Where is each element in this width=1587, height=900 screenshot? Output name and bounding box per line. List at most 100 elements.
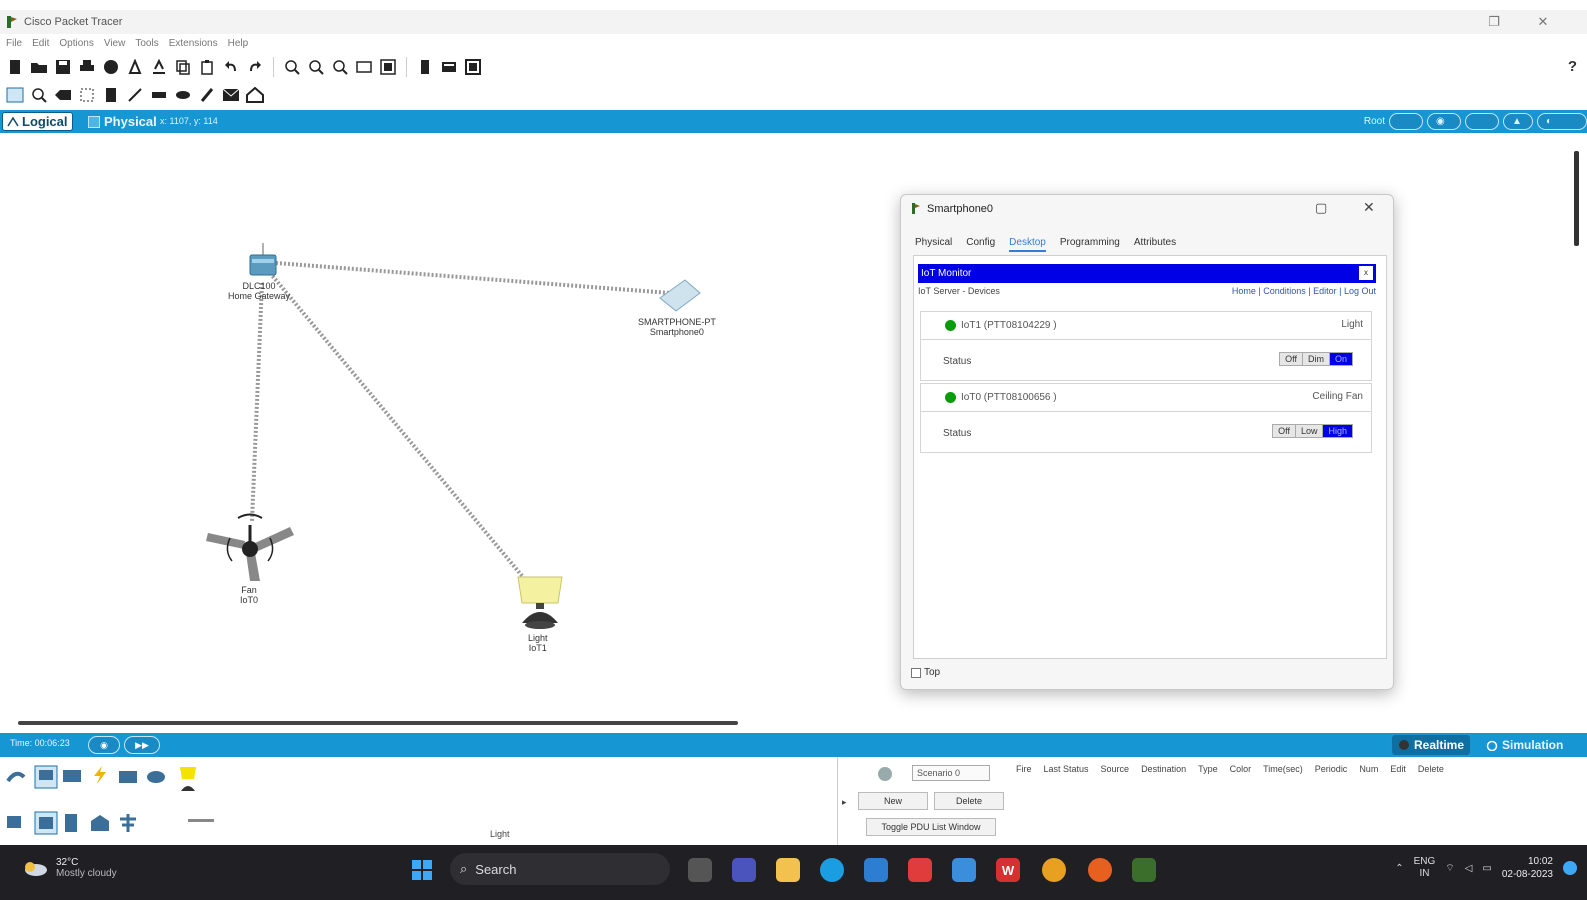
dialog-close-button[interactable]: ✕: [1363, 199, 1375, 216]
environment-button[interactable]: ◐: [1537, 113, 1587, 130]
wifi-icon[interactable]: ⌔: [1445, 862, 1454, 875]
draw-line-icon[interactable]: [126, 86, 144, 104]
menu-tools[interactable]: Tools: [135, 38, 158, 49]
vertical-scrollbar[interactable]: [1574, 151, 1579, 246]
smart-city-icon[interactable]: [62, 813, 82, 833]
pc-category-icon[interactable]: [6, 813, 26, 833]
tab-programming[interactable]: Programming: [1060, 237, 1120, 252]
home-gateway-icon[interactable]: [249, 243, 277, 276]
pdu-icon[interactable]: [440, 58, 458, 76]
windows-start-icon[interactable]: [410, 858, 434, 882]
iot-device-header[interactable]: IoT1 (PTT08104229 ) Light: [921, 312, 1371, 340]
horizontal-scrollbar[interactable]: [18, 721, 738, 725]
light-dim-option[interactable]: Dim: [1302, 353, 1330, 365]
taskbar-search[interactable]: ⌕ Search: [450, 853, 670, 885]
add-simple-pdu-icon[interactable]: [222, 86, 240, 104]
viewport-button[interactable]: ▲: [1503, 113, 1533, 130]
freeform-icon[interactable]: [198, 86, 216, 104]
iot-monitor-close-button[interactable]: x: [1359, 266, 1373, 280]
print-icon[interactable]: [78, 58, 96, 76]
miscellaneous-icon[interactable]: [118, 767, 138, 787]
light-bulb-icon[interactable]: [517, 576, 563, 629]
fast-forward-time-button[interactable]: ▶▶: [124, 736, 160, 754]
zoom-out-icon[interactable]: [331, 58, 349, 76]
toggle-pdu-list-button[interactable]: Toggle PDU List Window: [866, 818, 996, 836]
resize-shape-icon[interactable]: [78, 86, 96, 104]
home-category-icon[interactable]: [34, 811, 58, 835]
close-window-button[interactable]: ✕: [1533, 13, 1553, 31]
task-view-icon[interactable]: [688, 858, 712, 882]
menu-file[interactable]: File: [6, 38, 22, 49]
new-scenario-button[interactable]: New: [858, 792, 928, 810]
weather-widget[interactable]: 32°C Mostly cloudy: [22, 857, 117, 879]
fan-off-option[interactable]: Off: [1273, 425, 1296, 437]
tab-physical-config[interactable]: Physical: [915, 237, 952, 252]
chrome-profile-icon[interactable]: [1088, 858, 1112, 882]
zoom-reset-icon[interactable]: [307, 58, 325, 76]
smartphone-icon[interactable]: [659, 279, 701, 312]
redo-icon[interactable]: [246, 58, 264, 76]
power-grid-icon[interactable]: [118, 813, 138, 833]
battery-icon[interactable]: ▭: [1482, 863, 1491, 874]
move-object-button[interactable]: ◉: [1427, 113, 1461, 130]
end-devices-icon[interactable]: [34, 765, 58, 789]
menu-extensions[interactable]: Extensions: [169, 38, 218, 49]
language-indicator[interactable]: ENG IN: [1414, 856, 1436, 880]
menu-view[interactable]: View: [104, 38, 126, 49]
packet-tracer-taskbar-icon[interactable]: [1132, 858, 1156, 882]
components-icon[interactable]: [62, 767, 82, 787]
restore-window-button[interactable]: ❐: [1484, 13, 1504, 31]
taskbar-clock[interactable]: 10:02 02-08-2023: [1502, 855, 1553, 881]
notification-icon[interactable]: [1563, 861, 1577, 875]
draw-ellipse-icon[interactable]: [174, 86, 192, 104]
add-complex-pdu-icon[interactable]: [246, 86, 264, 104]
copy-icon[interactable]: [174, 58, 192, 76]
activity-wizard-icon[interactable]: [102, 58, 120, 76]
zoom-in-icon[interactable]: [283, 58, 301, 76]
tab-physical[interactable]: Physical: [84, 112, 161, 131]
light-off-option[interactable]: Off: [1280, 353, 1303, 365]
delete-scenario-button[interactable]: Delete: [934, 792, 1004, 810]
inspect-icon[interactable]: [30, 86, 48, 104]
power-cycle-devices-button[interactable]: ◉: [88, 736, 120, 754]
draw-rectangle-icon[interactable]: [150, 86, 168, 104]
settings-app-icon[interactable]: [952, 858, 976, 882]
place-note-icon[interactable]: [102, 86, 120, 104]
device-list-scroll[interactable]: [188, 819, 214, 822]
custom-device-icon[interactable]: [150, 58, 168, 76]
paste-icon[interactable]: [198, 58, 216, 76]
set-tiled-background-button[interactable]: [1465, 113, 1499, 130]
network-info-icon[interactable]: [126, 58, 144, 76]
fan-low-option[interactable]: Low: [1295, 425, 1324, 437]
ceiling-fan-icon[interactable]: [206, 513, 294, 582]
edge-icon[interactable]: [820, 858, 844, 882]
light-device-icon[interactable]: [176, 765, 200, 795]
store-icon[interactable]: [864, 858, 888, 882]
tab-logical[interactable]: Logical: [2, 112, 73, 131]
chrome-icon[interactable]: [1042, 858, 1066, 882]
top-checkbox[interactable]: Top: [911, 667, 940, 678]
tab-attributes[interactable]: Attributes: [1134, 237, 1176, 252]
new-cluster-button[interactable]: [1389, 113, 1423, 130]
menu-help[interactable]: Help: [228, 38, 249, 49]
simulation-mode-tab[interactable]: Simulation: [1480, 735, 1569, 755]
expand-arrow-icon[interactable]: ▸: [842, 797, 847, 808]
custom-devices-dialog-icon[interactable]: [379, 58, 397, 76]
multiuser-icon[interactable]: [146, 767, 166, 787]
select-icon[interactable]: [6, 86, 24, 104]
volume-icon[interactable]: ◁: [1465, 863, 1473, 874]
undo-icon[interactable]: [222, 58, 240, 76]
light-on-option[interactable]: On: [1329, 353, 1352, 365]
realtime-mode-tab[interactable]: Realtime: [1392, 735, 1471, 755]
save-icon[interactable]: [54, 58, 72, 76]
menu-edit[interactable]: Edit: [32, 38, 49, 49]
checkbox-box[interactable]: [911, 667, 921, 678]
menu-options[interactable]: Options: [59, 38, 93, 49]
fan-high-option[interactable]: High: [1323, 425, 1352, 437]
tab-config[interactable]: Config: [966, 237, 995, 252]
file-explorer-icon[interactable]: [776, 858, 800, 882]
scenario-select[interactable]: Scenario 0: [912, 765, 990, 781]
iot-device-header[interactable]: IoT0 (PTT08100656 ) Ceiling Fan: [921, 384, 1371, 412]
mcafee-icon[interactable]: [908, 858, 932, 882]
drawing-palette-icon[interactable]: [355, 58, 373, 76]
